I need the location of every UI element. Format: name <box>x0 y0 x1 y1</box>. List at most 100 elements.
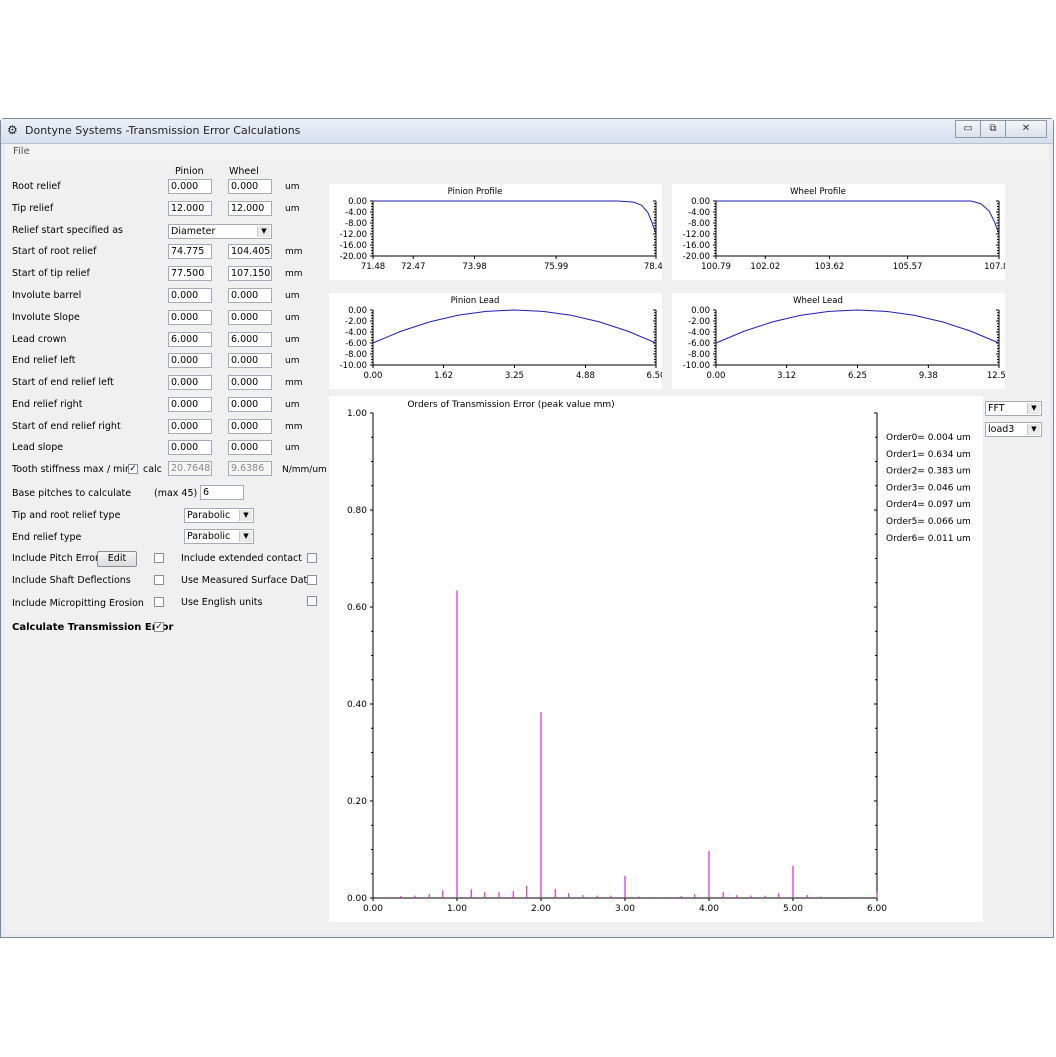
param-label: Lead crown <box>12 334 67 345</box>
x-tick-label: 102.02 <box>750 262 780 272</box>
wheel-profile-chart: Wheel Profile 0.00-4.00-8.00-12.00-16.00-… <box>683 187 1014 272</box>
x-tick-label: 6.00 <box>867 904 887 914</box>
param-pinion-input[interactable]: 0.000 <box>168 288 212 303</box>
param-wheel-input[interactable]: 12.000 <box>228 201 272 216</box>
menu-file[interactable]: File <box>13 146 30 157</box>
stiffness-pinion[interactable]: 20.7648 <box>168 461 212 476</box>
order-annotation: Order4= 0.097 um <box>886 500 971 510</box>
english-units-label: Use English units <box>181 597 263 608</box>
minimize-button[interactable]: ▭ <box>955 120 981 138</box>
english-units-checkbox[interactable] <box>307 596 317 606</box>
param-unit: um <box>285 335 300 345</box>
tip-root-type-select[interactable]: Parabolic ▼ <box>184 508 254 523</box>
param-unit: mm <box>285 269 303 279</box>
param-label: Involute barrel <box>12 290 82 301</box>
param-wheel-input[interactable]: 0.000 <box>228 419 272 434</box>
wheel-profile-panel: Wheel Profile 0.00 -4.00 -8.00 -12.00 -16.00-… <box>672 184 1014 280</box>
param-pinion-input[interactable]: 74.775 <box>168 244 212 259</box>
chart-title: Pinion Lead <box>451 296 500 306</box>
close-button[interactable]: ✕ <box>1005 120 1047 138</box>
param-label: End relief right <box>12 399 83 410</box>
relief-start-select[interactable]: Diameter ▼ <box>168 224 272 239</box>
y-tick-label: 0.20 <box>347 797 367 807</box>
title-bar: ⚙ Dontyne Systems -Transmission Error Ca… <box>1 119 1053 144</box>
micropitting-checkbox[interactable] <box>154 597 164 607</box>
load-select[interactable]: load3 ▼ <box>985 422 1042 437</box>
param-pinion-input[interactable]: 0.000 <box>168 353 212 368</box>
param-pinion-input[interactable]: 12.000 <box>168 201 212 216</box>
param-wheel-input[interactable]: 104.405 <box>228 244 272 259</box>
measured-surface-checkbox[interactable] <box>307 575 317 585</box>
x-tick-label: 6.50 <box>647 371 662 381</box>
y-tick-label: 0.40 <box>347 700 367 710</box>
param-label: Involute Slope <box>12 312 80 323</box>
y-tick-label: -4.00 <box>345 208 367 218</box>
param-pinion-input[interactable]: 0.000 <box>168 397 212 412</box>
shaft-deflections-checkbox[interactable] <box>154 575 164 585</box>
edit-button[interactable]: Edit <box>97 551 137 567</box>
chevron-down-icon: ▼ <box>239 510 252 521</box>
analysis-value: FFT <box>988 403 1005 414</box>
param-wheel-input[interactable]: 6.000 <box>228 332 272 347</box>
extended-contact-checkbox[interactable] <box>307 553 317 563</box>
calc-label: calc <box>143 464 162 475</box>
param-unit: um <box>285 204 300 214</box>
chevron-down-icon: ▼ <box>257 226 270 237</box>
x-tick-label: 75.99 <box>544 262 568 272</box>
x-tick-label: 0.00 <box>364 371 383 381</box>
param-pinion-input[interactable]: 6.000 <box>168 332 212 347</box>
param-wheel-input[interactable]: 0.000 <box>228 375 272 390</box>
param-wheel-input[interactable]: 0.000 <box>228 310 272 325</box>
y-tick-label: 1.00 <box>347 409 367 419</box>
restore-button[interactable]: ⧉ <box>980 120 1006 138</box>
order-annotation: Order2= 0.383 um <box>886 467 971 477</box>
x-tick-label: 3.00 <box>615 904 635 914</box>
base-pitches-max: (max 45) <box>154 488 198 499</box>
param-wheel-input[interactable]: 0.000 <box>228 288 272 303</box>
series-line <box>716 200 1000 235</box>
chevron-down-icon: ▼ <box>239 531 252 542</box>
param-pinion-input[interactable]: 77.500 <box>168 266 212 281</box>
base-pitches-input[interactable]: 6 <box>200 485 244 500</box>
param-wheel-input[interactable]: 0.000 <box>228 353 272 368</box>
analysis-select[interactable]: FFT ▼ <box>985 401 1042 416</box>
te-orders-panel: Orders of Transmission Error (peak value… <box>329 396 983 922</box>
param-label: Start of tip relief <box>12 268 90 279</box>
y-tick-label: -10.00 <box>340 361 367 371</box>
y-tick-label: -4.00 <box>688 208 710 218</box>
calculate-te-checkbox[interactable]: ✓ <box>154 622 164 632</box>
relief-start-value: Diameter <box>171 226 216 237</box>
x-tick-label: 78.45 <box>644 262 662 272</box>
stiffness-unit: N/mm/um <box>282 465 327 475</box>
header-wheel: Wheel <box>229 166 259 177</box>
calc-checkbox[interactable]: ✓ <box>128 464 138 474</box>
param-unit: um <box>285 443 300 453</box>
param-pinion-input[interactable]: 0.000 <box>168 310 212 325</box>
param-wheel-input[interactable]: 0.000 <box>228 397 272 412</box>
stiffness-wheel[interactable]: 9.6386 <box>228 461 272 476</box>
pitch-errors-checkbox[interactable] <box>154 553 164 563</box>
param-pinion-input[interactable]: 0.000 <box>168 440 212 455</box>
calculate-te-label: Calculate Transmission Error <box>12 622 174 633</box>
wheel-lead-panel: Wheel Lead 0.00 -2.00 -4.00 -6.00 -8.00 -10.00… <box>672 293 1011 389</box>
param-unit: um <box>285 356 300 366</box>
param-pinion-input[interactable]: 0.000 <box>168 375 212 390</box>
extended-contact-label: Include extended contact <box>181 553 302 564</box>
y-tick-label: -2.00 <box>688 317 710 327</box>
order-annotation: Order0= 0.004 um <box>886 433 971 443</box>
param-label: Root relief <box>12 181 61 192</box>
gear-app-icon: ⚙ <box>7 123 18 137</box>
param-wheel-input[interactable]: 0.000 <box>228 440 272 455</box>
y-tick-label: -8.00 <box>688 350 710 360</box>
order-annotation: Order5= 0.066 um <box>886 517 971 527</box>
x-tick-label: 103.62 <box>815 262 845 272</box>
param-pinion-input[interactable]: 0.000 <box>168 419 212 434</box>
end-relief-type-select[interactable]: Parabolic ▼ <box>184 529 254 544</box>
x-tick-label: 1.00 <box>447 904 467 914</box>
y-tick-label: -20.00 <box>683 252 710 262</box>
y-tick-label: -20.00 <box>340 252 367 262</box>
y-tick-label: 0.00 <box>348 197 367 207</box>
param-wheel-input[interactable]: 0.000 <box>228 179 272 194</box>
param-wheel-input[interactable]: 107.150 <box>228 266 272 281</box>
param-pinion-input[interactable]: 0.000 <box>168 179 212 194</box>
